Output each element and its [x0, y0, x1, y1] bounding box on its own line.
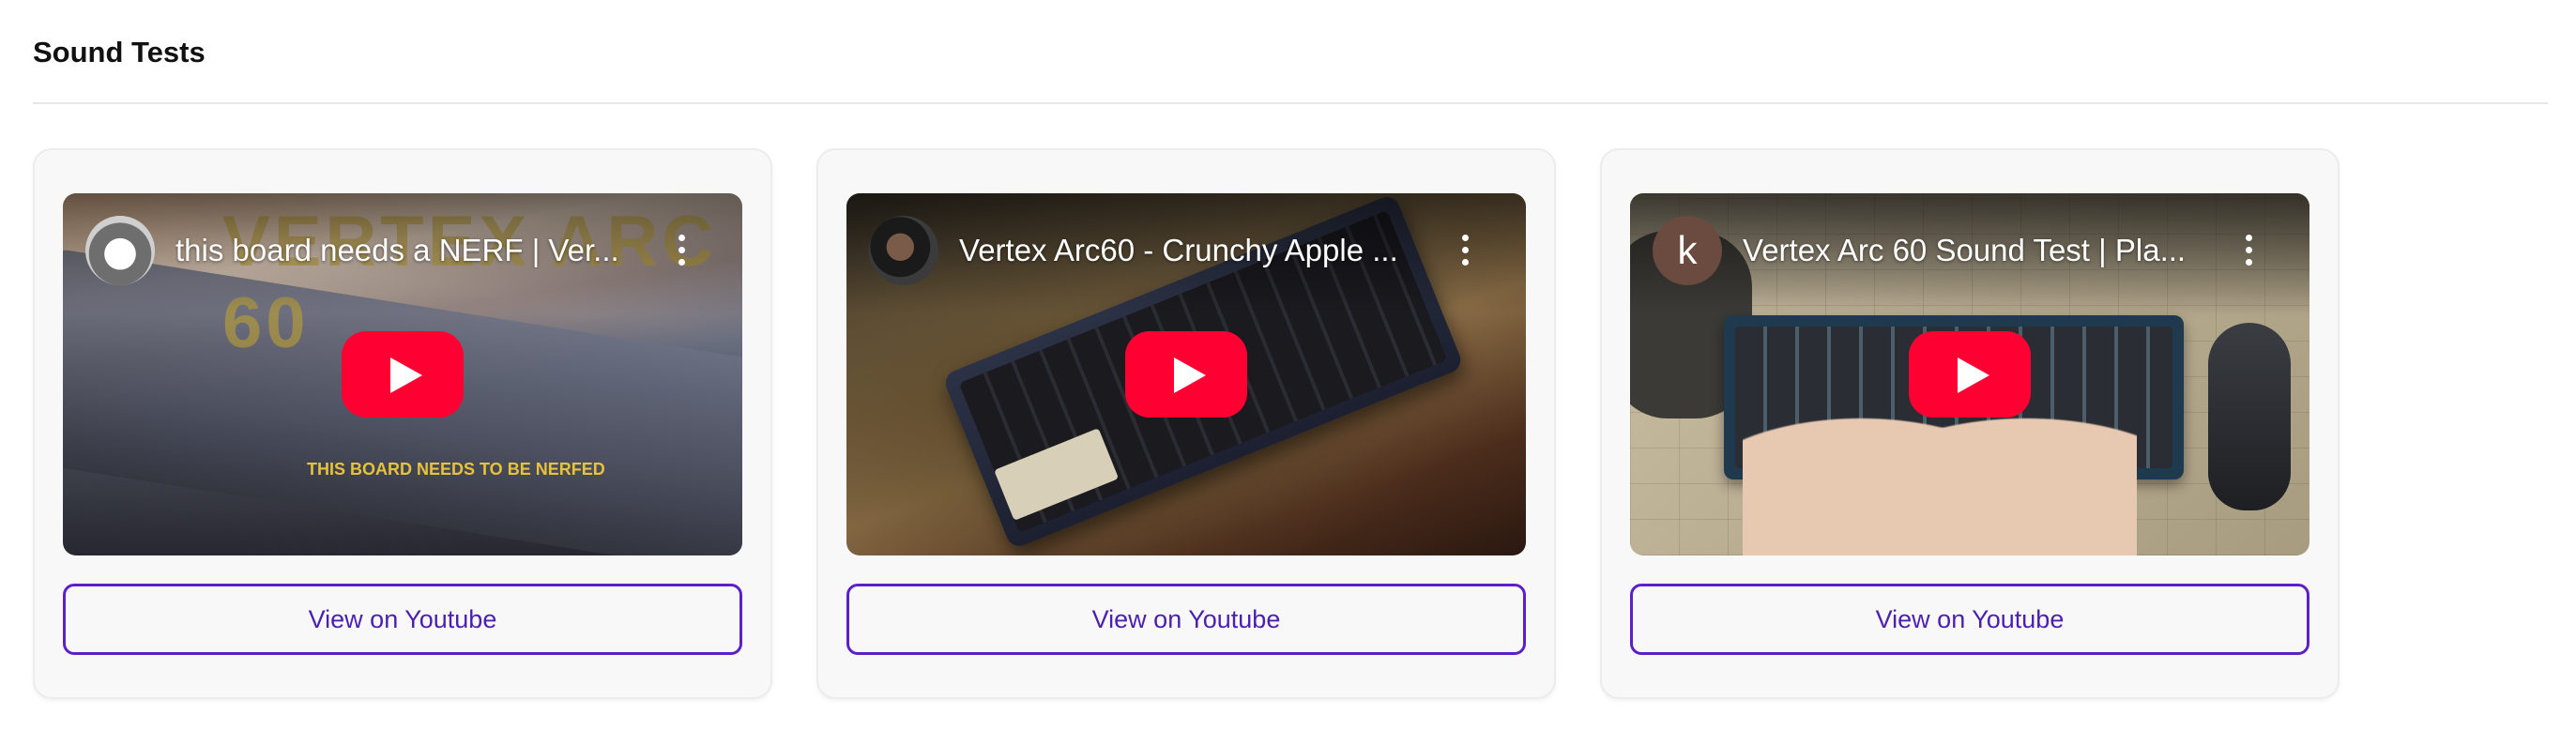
thumbnail-overlay-caption: THIS BOARD NEEDS TO BE NERFED [307, 460, 605, 479]
more-vertical-icon[interactable] [1462, 235, 1470, 266]
more-vertical-icon[interactable] [678, 235, 686, 266]
video-card: VERTEX ARC 60 THIS BOARD NEEDS TO BE NER… [33, 148, 772, 699]
channel-avatar[interactable]: k [1653, 216, 1722, 285]
youtube-play-icon[interactable] [1909, 331, 2031, 418]
video-embed[interactable]: k Vertex Arc 60 Sound Test | Pla... [1630, 193, 2309, 555]
thumbnail-mouse [2208, 323, 2291, 510]
section-title: Sound Tests [33, 36, 206, 68]
view-on-youtube-button[interactable]: View on Youtube [63, 584, 742, 655]
video-header: this board needs a NERF | Ver... [63, 193, 742, 313]
channel-avatar[interactable] [869, 216, 938, 285]
video-card: k Vertex Arc 60 Sound Test | Pla... View… [1600, 148, 2340, 699]
video-title[interactable]: Vertex Arc 60 Sound Test | Pla... [1743, 233, 2221, 268]
section-divider [33, 102, 2548, 104]
video-title[interactable]: Vertex Arc60 - Crunchy Apple ... [959, 233, 1438, 268]
video-header: k Vertex Arc 60 Sound Test | Pla... [1630, 193, 2309, 313]
video-title[interactable]: this board needs a NERF | Ver... [175, 233, 654, 268]
youtube-play-icon[interactable] [342, 331, 464, 418]
video-card-list: VERTEX ARC 60 THIS BOARD NEEDS TO BE NER… [33, 148, 2340, 699]
video-card: Vertex Arc60 - Crunchy Apple ... View on… [816, 148, 1556, 699]
more-vertical-icon[interactable] [2246, 235, 2253, 266]
video-embed[interactable]: VERTEX ARC 60 THIS BOARD NEEDS TO BE NER… [63, 193, 742, 555]
view-on-youtube-button[interactable]: View on Youtube [1630, 584, 2309, 655]
channel-avatar[interactable] [85, 216, 155, 285]
video-embed[interactable]: Vertex Arc60 - Crunchy Apple ... [846, 193, 1526, 555]
video-header: Vertex Arc60 - Crunchy Apple ... [846, 193, 1526, 313]
youtube-play-icon[interactable] [1125, 331, 1247, 418]
view-on-youtube-button[interactable]: View on Youtube [846, 584, 1526, 655]
